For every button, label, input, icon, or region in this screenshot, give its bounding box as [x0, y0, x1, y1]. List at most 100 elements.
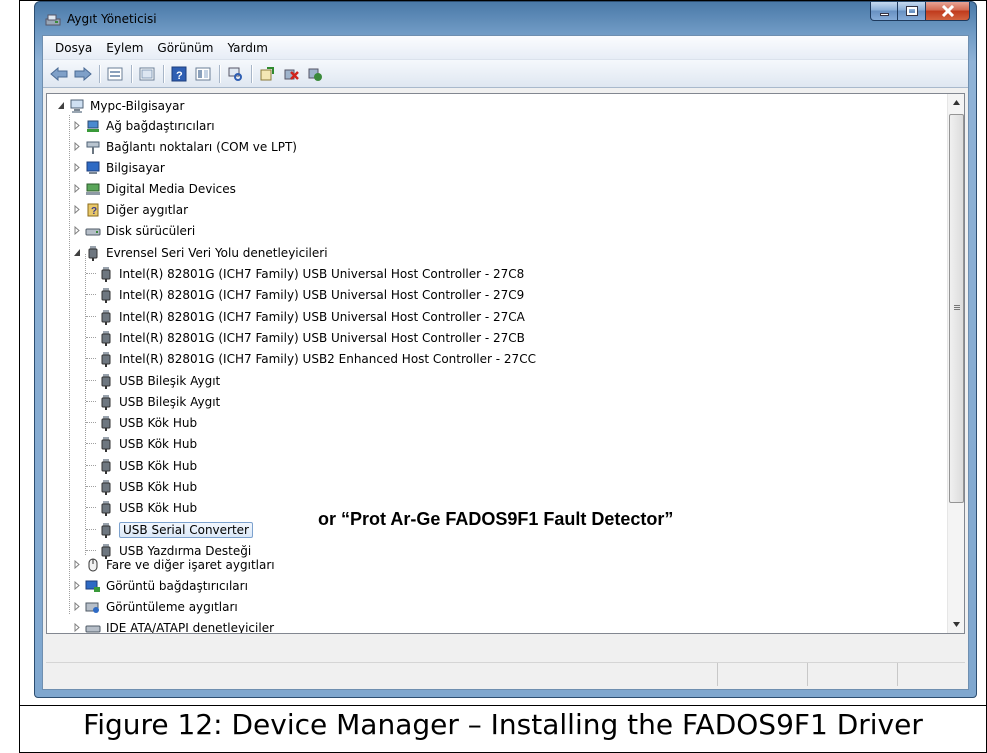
usb-device-item[interactable]: Intel(R) 82801G (ICH7 Family) USB Univer… [98, 327, 525, 348]
usb-device-label: USB Kök Hub [119, 436, 198, 451]
usb-icon [101, 287, 111, 303]
scan-hardware-icon [228, 67, 242, 81]
expand-arrow-icon[interactable] [73, 121, 81, 130]
usb-device-item[interactable]: USB Kök Hub [98, 455, 197, 476]
window-client: Dosya Eylem Görünüm Yardım ? Mypc-Bilgis… [42, 35, 969, 690]
menu-bar: Dosya Eylem Görünüm Yardım [43, 36, 968, 60]
tree-guide-line [86, 401, 96, 402]
uninstall-button[interactable] [281, 65, 301, 83]
tree-category[interactable]: Bilgisayar [73, 157, 165, 178]
usb-icon [101, 436, 111, 452]
toolbar-separator [131, 64, 132, 83]
menu-eylem[interactable]: Eylem [99, 41, 150, 55]
usb-device-item[interactable]: USB Kök Hub [98, 412, 197, 433]
expand-arrow-icon[interactable] [73, 142, 81, 151]
tree-category-usb[interactable]: Evrensel Seri Veri Yolu denetleyicileri [73, 242, 328, 263]
usb-device-item[interactable]: USB Bileşik Aygıt [98, 391, 220, 412]
expand-arrow-icon[interactable] [73, 560, 81, 569]
usb-device-item[interactable]: Intel(R) 82801G (ICH7 Family) USB Univer… [98, 263, 524, 284]
figure-frame: Aygıt Yöneticisi Dosya Eylem Görünüm Yar… [19, 0, 987, 753]
usb-device-item[interactable]: USB Bileşik Aygıt [98, 370, 220, 391]
usb-serial-converter-item[interactable]: USB Serial Converter [98, 519, 253, 540]
collapse-arrow-icon[interactable] [73, 248, 81, 257]
forward-button[interactable] [73, 65, 93, 83]
usb-device-label: USB Bileşik Aygıt [119, 394, 221, 409]
device-manager-icon [45, 14, 61, 26]
expand-arrow-icon[interactable] [73, 602, 81, 611]
toolbar-separator [251, 64, 252, 83]
tree-category[interactable]: IDE ATA/ATAPI denetleyiciler [73, 617, 274, 633]
tree-guide-line [86, 529, 96, 530]
maximize-button[interactable] [898, 2, 926, 21]
tree-category[interactable]: Görüntüleme aygıtları [73, 596, 238, 617]
menu-dosya[interactable]: Dosya [48, 41, 99, 55]
tree-category[interactable]: Digital Media Devices [73, 178, 236, 199]
media-device-icon [86, 183, 100, 195]
expand-arrow-icon[interactable] [73, 184, 81, 193]
usb-device-item[interactable]: USB Kök Hub [98, 476, 197, 497]
tree-category-label: Bilgisayar [106, 160, 165, 175]
usb-icon [101, 351, 111, 367]
back-arrow-icon [50, 66, 68, 81]
minimize-button[interactable] [870, 2, 898, 21]
scrollbar-grip [954, 309, 960, 310]
collapse-arrow-icon[interactable] [57, 101, 65, 110]
tree-category[interactable]: Görüntü bağdaştırıcıları [73, 575, 248, 596]
tree-category[interactable]: ? Diğer aygıtlar [73, 199, 188, 220]
usb-icon [101, 266, 111, 282]
scrollbar-thumb[interactable] [949, 114, 964, 503]
usb-device-item[interactable]: Intel(R) 82801G (ICH7 Family) USB2 Enhan… [98, 348, 536, 369]
usb-icon [88, 245, 98, 261]
port-icon [86, 141, 100, 154]
expand-arrow-icon[interactable] [73, 226, 81, 235]
usb-device-label: USB Kök Hub [119, 479, 198, 494]
usb-device-label: Intel(R) 82801G (ICH7 Family) USB Univer… [119, 266, 525, 281]
details-view-icon [195, 67, 211, 80]
usb-device-label: USB Kök Hub [119, 500, 198, 515]
tree-category[interactable]: Disk sürücüleri [73, 220, 195, 241]
scroll-up-arrow-icon [953, 100, 960, 105]
list-view-button[interactable] [137, 65, 157, 83]
mouse-icon [88, 558, 98, 571]
tree-guide-line [86, 337, 96, 338]
properties-view-button[interactable] [105, 65, 125, 83]
update-driver-button[interactable] [257, 65, 277, 83]
expand-arrow-icon[interactable] [73, 623, 81, 632]
help-icon: ? [171, 66, 187, 82]
tree-category[interactable]: Fare ve diğer işaret aygıtları [73, 554, 275, 575]
usb-icon [101, 458, 111, 474]
tree-category[interactable]: Ağ bağdaştırıcıları [73, 115, 215, 136]
tree-guide-line [86, 358, 96, 359]
device-tree: Mypc-Bilgisayar Ağ bağdaştırıcıları Bağl… [47, 94, 947, 633]
menu-gorunum[interactable]: Görünüm [150, 41, 220, 55]
scroll-up-button[interactable] [948, 94, 964, 111]
back-button[interactable] [49, 65, 69, 83]
usb-icon [101, 522, 111, 538]
device-tree-view[interactable]: Mypc-Bilgisayar Ağ bağdaştırıcıları Bağl… [46, 93, 965, 634]
expand-arrow-icon[interactable] [73, 163, 81, 172]
details-view-button[interactable] [193, 65, 213, 83]
properties-view-icon [107, 67, 123, 80]
computer-icon [86, 161, 100, 174]
expand-arrow-icon[interactable] [73, 205, 81, 214]
svg-text:?: ? [91, 206, 97, 217]
usb-device-label: USB Kök Hub [119, 415, 198, 430]
scan-hardware-button[interactable] [225, 65, 245, 83]
usb-device-item[interactable]: USB Kök Hub [98, 433, 197, 454]
usb-device-item[interactable]: Intel(R) 82801G (ICH7 Family) USB Univer… [98, 284, 524, 305]
menu-yardim[interactable]: Yardım [220, 41, 274, 55]
tree-category-label: Görüntüleme aygıtları [106, 599, 238, 614]
usb-icon [101, 330, 111, 346]
title-bar[interactable]: Aygıt Yöneticisi [35, 2, 976, 36]
usb-device-item[interactable]: Intel(R) 82801G (ICH7 Family) USB Univer… [98, 306, 525, 327]
disable-button[interactable] [305, 65, 325, 83]
scroll-down-button[interactable] [948, 616, 964, 633]
usb-device-item[interactable]: USB Kök Hub [98, 497, 197, 518]
tree-root[interactable]: Mypc-Bilgisayar [57, 95, 184, 116]
close-button[interactable] [926, 2, 970, 21]
expand-arrow-icon[interactable] [73, 581, 81, 590]
window-controls [870, 2, 970, 22]
tree-category[interactable]: Bağlantı noktaları (COM ve LPT) [73, 136, 297, 157]
vertical-scrollbar[interactable] [947, 94, 964, 633]
help-button[interactable]: ? [169, 65, 189, 83]
